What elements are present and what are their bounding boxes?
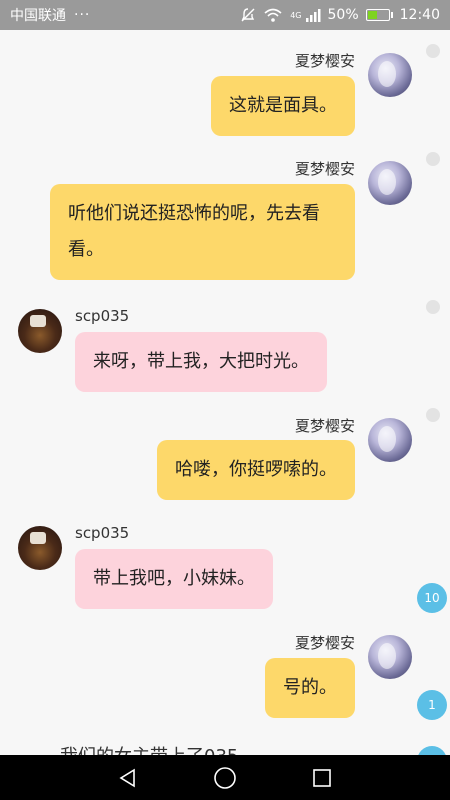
partial-message-text: 我们的女主带上了035 (60, 742, 238, 755)
unread-dot (426, 408, 440, 422)
home-icon[interactable] (210, 763, 240, 793)
unread-count-badge[interactable]: 1 (417, 690, 447, 720)
carrier-name: 中国联通 (10, 8, 66, 24)
unread-count-badge-partial (417, 746, 447, 755)
signal-icon (305, 9, 321, 22)
sender-name: 夏梦樱安 (294, 634, 355, 652)
clock: 12:40 (399, 7, 440, 23)
recent-apps-icon[interactable] (307, 763, 337, 793)
avatar[interactable] (368, 418, 412, 462)
message-bubble[interactable]: 这就是面具。 (211, 76, 355, 136)
battery-percent: 50% (327, 7, 359, 23)
avatar[interactable] (368, 161, 412, 205)
avatar[interactable] (18, 526, 62, 570)
sender-name: scp035 (75, 307, 130, 325)
sender-name: scp035 (75, 524, 130, 542)
message-bubble[interactable]: 带上我吧，小妹妹。 (75, 549, 273, 609)
message-bubble[interactable]: 听他们说还挺恐怖的呢，先去看看。 (50, 184, 355, 280)
unread-dot (426, 300, 440, 314)
message-bubble[interactable]: 哈喽，你挺啰嗦的。 (157, 440, 355, 500)
more-notifications-icon: ··· (74, 7, 91, 23)
avatar[interactable] (18, 309, 62, 353)
chat-area[interactable]: 夏梦樱安 这就是面具。 夏梦樱安 听他们说还挺恐怖的呢，先去看看。 scp035… (0, 30, 450, 755)
avatar[interactable] (368, 53, 412, 97)
avatar[interactable] (368, 635, 412, 679)
unread-dot (426, 152, 440, 166)
sender-name: 夏梦樱安 (294, 417, 355, 435)
wifi-icon (264, 8, 282, 22)
sender-name: 夏梦樱安 (294, 52, 355, 70)
unread-count-badge[interactable]: 10 (417, 583, 447, 613)
sender-name: 夏梦樱安 (294, 160, 355, 178)
network-type-label: 4G (290, 11, 302, 20)
battery-icon (365, 9, 393, 21)
message-bubble[interactable]: 来呀，带上我，大把时光。 (75, 332, 327, 392)
system-navigation-bar (0, 755, 450, 800)
message-bubble[interactable]: 号的。 (265, 658, 355, 718)
back-icon[interactable] (113, 763, 143, 793)
unread-dot (426, 44, 440, 58)
mute-icon (241, 8, 255, 22)
status-bar: 中国联通 ··· 4G 50% 12:40 (0, 0, 450, 30)
